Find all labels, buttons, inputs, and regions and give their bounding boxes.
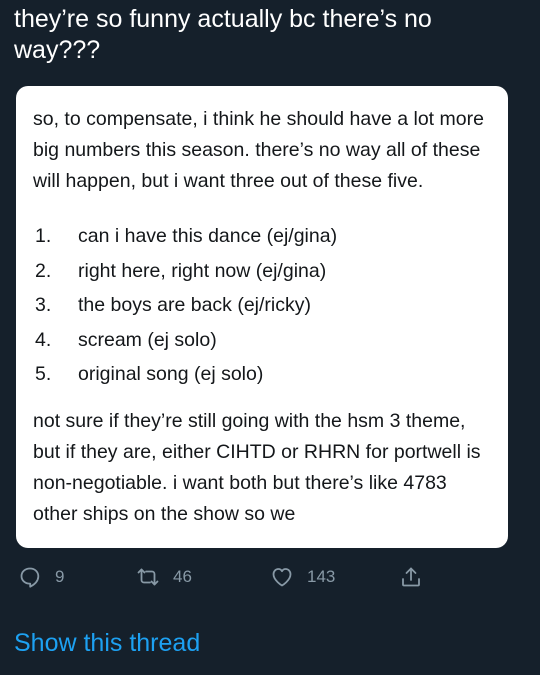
retweet-button[interactable]: 46 (136, 565, 192, 589)
heart-icon (270, 565, 294, 589)
quoted-text-card[interactable]: so, to compensate, i think he should hav… (16, 86, 508, 548)
song-list: 1. can i have this dance (ej/gina) 2. ri… (33, 219, 492, 392)
like-button[interactable]: 143 (270, 565, 335, 589)
list-number: 5. (35, 363, 52, 385)
list-text: can i have this dance (ej/gina) (78, 225, 338, 247)
list-item: 3. the boys are back (ej/ricky) (33, 288, 492, 323)
list-number: 2. (35, 259, 52, 282)
list-text: original song (ej solo) (78, 363, 264, 385)
list-text: right here, right now (ej/gina) (78, 259, 327, 282)
retweet-icon (136, 565, 160, 589)
tweet-actions: 9 46 143 (18, 565, 438, 595)
list-item: 1. can i have this dance (ej/gina) (33, 219, 492, 254)
quote-intro: so, to compensate, i think he should hav… (33, 108, 484, 192)
like-count: 143 (307, 567, 336, 586)
share-button[interactable] (399, 565, 423, 589)
list-text: the boys are back (ej/ricky) (78, 294, 312, 316)
list-item: 4. scream (ej solo) (33, 323, 492, 358)
tweet-text: they’re so funny actually bc there’s no … (14, 5, 432, 64)
reply-count: 9 (55, 567, 65, 586)
reply-button[interactable]: 9 (18, 565, 64, 589)
show-thread-link[interactable]: Show this thread (14, 627, 200, 659)
share-icon (399, 565, 423, 589)
quote-outro: not sure if they’re still going with the… (33, 409, 481, 525)
list-text: scream (ej solo) (78, 328, 217, 351)
list-number: 3. (35, 294, 52, 316)
retweet-count: 46 (173, 567, 192, 586)
reply-icon (18, 565, 42, 589)
list-item: 5. original song (ej solo) (33, 357, 492, 392)
list-number: 1. (35, 225, 52, 247)
list-number: 4. (35, 328, 52, 351)
list-item: 2. right here, right now (ej/gina) (33, 254, 492, 289)
